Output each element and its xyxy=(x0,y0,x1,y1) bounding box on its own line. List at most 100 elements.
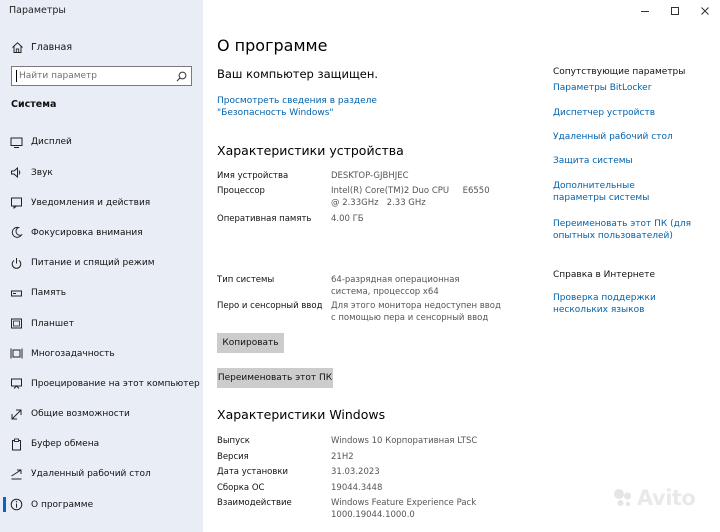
spec-key: Сборка ОС xyxy=(217,482,265,493)
watermark-text: Avito xyxy=(637,486,696,510)
sidebar-item-about[interactable]: О программе xyxy=(0,494,203,515)
spec-value: Intel(R) Core(TM)2 Duo CPU E6550 @ 2.33G… xyxy=(331,186,496,208)
storage-icon xyxy=(9,286,23,300)
sidebar-item-label: Главная xyxy=(31,41,73,53)
spec-value: Windows Feature Experience Pack 1000.190… xyxy=(331,498,477,520)
shared-experiences-icon xyxy=(9,407,23,421)
spec-value: Для этого монитора недоступен ввод с пом… xyxy=(331,301,501,323)
security-details-link[interactable]: Просмотреть сведения в разделе "Безопасн… xyxy=(217,95,447,119)
multitasking-icon xyxy=(9,347,23,361)
device-manager-link[interactable]: Диспетчер устройств xyxy=(553,107,713,119)
sidebar-item-label: Буфер обмена xyxy=(31,439,100,450)
sidebar-item-label: Проецирование на этот компьютер xyxy=(31,378,200,389)
spec-key: Процессор xyxy=(217,186,265,196)
search-input[interactable]: Найти параметр xyxy=(11,66,192,86)
spec-value: 31.03.2023 xyxy=(331,467,380,477)
spec-row: Имя устройства DESKTOP-GJBHJEC xyxy=(217,171,517,186)
avito-logo-icon xyxy=(614,489,631,507)
sidebar-item-display[interactable]: Дисплей xyxy=(0,132,203,153)
sidebar-item-label: Планшет xyxy=(31,318,74,329)
remote-desktop-link[interactable]: Удаленный рабочий стол xyxy=(553,131,713,143)
spec-row: Версия 21H2 xyxy=(217,452,517,468)
remote-desktop-icon xyxy=(9,467,23,481)
sidebar-item-projection[interactable]: Проецирование на этот компьютер xyxy=(0,374,203,395)
spec-value: DESKTOP-GJBHJEC xyxy=(331,171,409,181)
home-icon xyxy=(10,40,24,54)
sidebar-item-power[interactable]: Питание и спящий режим xyxy=(0,253,203,274)
sidebar-item-label: Память xyxy=(31,288,67,299)
sidebar-item-storage[interactable]: Память xyxy=(0,283,203,304)
rename-pc-button[interactable]: Переименовать этот ПК xyxy=(217,368,333,388)
spec-row: Выпуск Windows 10 Корпоративная LTSC xyxy=(217,436,517,452)
spec-row: Процессор Intel(R) Core(TM)2 Duo CPU E65… xyxy=(217,186,517,214)
sidebar-item-tablet[interactable]: Планшет xyxy=(0,313,203,334)
spec-value: 64-разрядная операционная система, проце… xyxy=(331,275,460,297)
sidebar-item-label: О программе xyxy=(31,499,94,510)
spec-key: Перо и сенсорный ввод xyxy=(217,301,323,311)
sidebar-item-label: Питание и спящий режим xyxy=(31,258,155,269)
sidebar-item-label: Звук xyxy=(31,167,53,178)
online-help-heading: Справка в Интернете xyxy=(553,270,655,280)
sidebar-item-label: Удаленный рабочий стол xyxy=(31,469,151,480)
spec-row: Взаимодействие Windows Feature Experienc… xyxy=(217,498,517,524)
moon-icon xyxy=(9,226,23,240)
protected-status: Ваш компьютер защищен. xyxy=(217,67,379,81)
spec-row: Сборка ОС 19044.3448 xyxy=(217,483,517,499)
sidebar-item-label: Фокусировка внимания xyxy=(31,227,143,238)
spec-row: Тип системы 64-разрядная операционная си… xyxy=(217,275,517,301)
bitlocker-link[interactable]: Параметры BitLocker xyxy=(553,82,713,94)
sidebar-item-clipboard[interactable]: Буфер обмена xyxy=(0,434,203,455)
windows-specs-heading: Характеристики Windows xyxy=(217,407,386,422)
search-placeholder: Найти параметр xyxy=(19,71,97,81)
sidebar-item-label: Общие возможности xyxy=(31,409,130,420)
sidebar-item-notifications[interactable]: Уведомления и действия xyxy=(0,192,203,213)
rename-pc-advanced-link[interactable]: Переименовать этот ПК (для опытных польз… xyxy=(553,218,703,242)
spec-row: Дата установки 31.03.2023 xyxy=(217,467,517,483)
spec-row: Оперативная память 4.00 ГБ xyxy=(217,214,517,275)
projection-icon xyxy=(9,377,23,391)
windows-specs-table: Выпуск Windows 10 Корпоративная LTSC Вер… xyxy=(217,436,517,524)
sidebar-item-multitasking[interactable]: Многозадачность xyxy=(0,343,203,364)
spec-key: Версия xyxy=(217,451,249,462)
related-settings-heading: Сопутствующие параметры xyxy=(553,67,686,77)
speaker-icon xyxy=(9,166,23,180)
sidebar-item-remote-desktop[interactable]: Удаленный рабочий стол xyxy=(0,464,203,485)
spec-value: 19044.3448 xyxy=(331,482,383,493)
spec-key: Выпуск xyxy=(217,436,250,446)
spec-key: Оперативная память xyxy=(217,214,312,224)
spec-row: Перо и сенсорный ввод Для этого монитора… xyxy=(217,301,517,327)
window-title: Параметры xyxy=(9,5,66,16)
search-icon[interactable] xyxy=(174,69,188,83)
avito-watermark: Avito xyxy=(612,486,696,510)
sidebar: Параметры Главная Найти параметр Система… xyxy=(0,0,203,532)
device-specs-table: Имя устройства DESKTOP-GJBHJEC Процессор… xyxy=(217,171,517,327)
sidebar-item-label: Дисплей xyxy=(31,137,72,148)
notifications-icon xyxy=(9,196,23,210)
text-cursor xyxy=(16,70,17,82)
sidebar-nav-list: Дисплей Звук Уведомления и действия Фоку… xyxy=(0,132,203,524)
tablet-icon xyxy=(9,317,23,331)
spec-key: Дата установки xyxy=(217,467,289,477)
main-content: О программе Ваш компьютер защищен. Просм… xyxy=(203,0,720,532)
spec-key: Взаимодействие xyxy=(217,498,292,508)
power-icon xyxy=(9,256,23,270)
spec-value: 21H2 xyxy=(331,451,354,462)
sidebar-item-label: Уведомления и действия xyxy=(31,197,151,208)
copy-button[interactable]: Копировать xyxy=(217,333,284,353)
clipboard-icon xyxy=(9,437,23,451)
sidebar-item-focus-assist[interactable]: Фокусировка внимания xyxy=(0,223,203,244)
sidebar-item-label: Многозадачность xyxy=(31,348,115,359)
system-protection-link[interactable]: Защита системы xyxy=(553,155,713,167)
display-icon xyxy=(9,135,23,149)
sidebar-item-sound[interactable]: Звук xyxy=(0,162,203,183)
spec-key: Имя устройства xyxy=(217,171,289,181)
spec-value: Windows 10 Корпоративная LTSC xyxy=(331,436,478,446)
sidebar-item-shared-experiences[interactable]: Общие возможности xyxy=(0,404,203,425)
advanced-system-settings-link[interactable]: Дополнительные параметры системы xyxy=(553,180,678,204)
spec-key: Тип системы xyxy=(217,275,275,285)
info-icon xyxy=(9,498,23,512)
page-title: О программе xyxy=(217,36,328,55)
language-support-link[interactable]: Проверка поддержки нескольких языков xyxy=(553,292,703,316)
section-label-system: Система xyxy=(11,99,57,110)
sidebar-item-home[interactable]: Главная xyxy=(0,36,203,58)
